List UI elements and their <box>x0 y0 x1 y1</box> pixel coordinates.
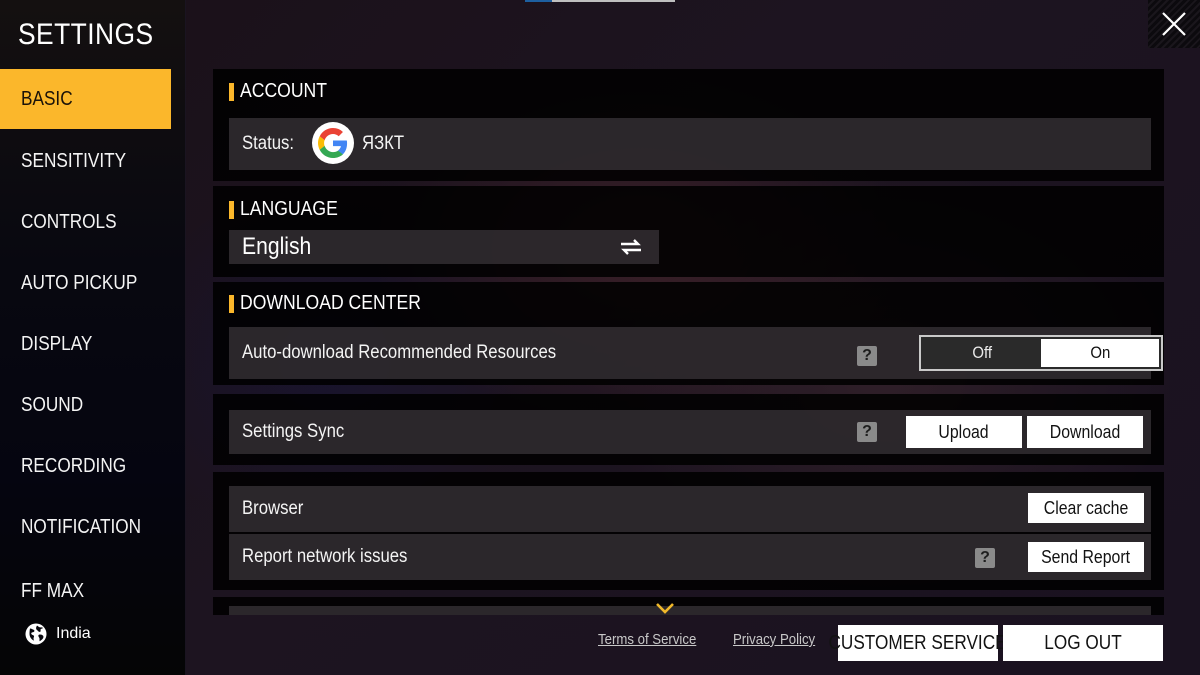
toggle-option-label: Off <box>972 343 992 362</box>
sidebar-item-label: NOTIFICATION <box>21 515 142 538</box>
section-accent-bar <box>229 294 234 313</box>
upload-button[interactable]: Upload <box>906 416 1022 448</box>
settings-panel: ACCOUNT Status: ЯЗКТ LANGUAGE English DO… <box>213 69 1164 615</box>
sidebar-item-label: BASIC <box>21 87 73 110</box>
button-label: Download <box>1049 421 1121 442</box>
clear-cache-button[interactable]: Clear cache <box>1028 493 1144 523</box>
sidebar-item-auto-pickup[interactable]: AUTO PICKUP <box>0 253 171 313</box>
account-header: ACCOUNT <box>229 80 339 103</box>
account-section: ACCOUNT Status: ЯЗКТ <box>213 69 1164 181</box>
sidebar-item-notification[interactable]: NOTIFICATION <box>0 497 171 557</box>
language-header: LANGUAGE <box>229 198 351 221</box>
help-icon[interactable]: ? <box>975 548 995 568</box>
top-tab-indicator <box>525 0 675 2</box>
globe-icon <box>25 623 47 645</box>
auto-download-row: Auto-download Recommended Resources ? Of… <box>229 327 1163 379</box>
settings-sync-row: Settings Sync ? Upload Download <box>229 410 1151 454</box>
log-out-button[interactable]: LOG OUT <box>1003 625 1163 661</box>
download-center-section: DOWNLOAD CENTER Auto-download Recommende… <box>213 282 1164 385</box>
region-selector[interactable]: India <box>24 622 91 646</box>
button-label: Send Report <box>1041 546 1131 567</box>
sidebar-item-recording[interactable]: RECORDING <box>0 436 171 496</box>
sidebar-item-label: AUTO PICKUP <box>21 271 138 294</box>
next-section-partial <box>213 597 1164 615</box>
privacy-policy-link[interactable]: Privacy Policy <box>733 631 815 648</box>
auto-download-label: Auto-download Recommended Resources <box>242 342 557 363</box>
browser-label: Browser <box>242 498 304 519</box>
section-title: LANGUAGE <box>240 198 338 220</box>
section-accent-bar <box>229 200 234 219</box>
swap-arrows-icon[interactable] <box>619 239 643 255</box>
settings-sync-label: Settings Sync <box>242 421 345 442</box>
report-network-row: Report network issues ? Send Report <box>229 534 1151 580</box>
help-icon[interactable]: ? <box>857 346 877 366</box>
customer-service-button[interactable]: CUSTOMER SERVICE <box>829 625 1007 661</box>
browser-network-section: Browser Clear cache Report network issue… <box>213 472 1164 590</box>
sidebar-item-sound[interactable]: SOUND <box>0 375 171 435</box>
toggle-option-off[interactable]: Off <box>923 339 1041 367</box>
report-network-label: Report network issues <box>242 546 408 567</box>
language-section: LANGUAGE English <box>213 186 1164 277</box>
close-icon <box>1162 12 1186 36</box>
section-title: ACCOUNT <box>240 80 328 102</box>
settings-title: SETTINGS <box>18 18 154 51</box>
button-label: Upload <box>938 421 990 442</box>
terms-of-service-link[interactable]: Terms of Service <box>598 631 696 648</box>
close-button[interactable] <box>1148 0 1200 48</box>
toggle-option-label: On <box>1090 343 1110 362</box>
download-button[interactable]: Download <box>1027 416 1143 448</box>
section-title: DOWNLOAD CENTER <box>240 292 421 314</box>
button-label: CUSTOMER SERVICE <box>828 631 1008 654</box>
section-accent-bar <box>229 82 234 101</box>
auto-download-toggle[interactable]: Off On <box>919 335 1163 371</box>
scroll-down-chevron-icon[interactable] <box>655 602 675 614</box>
send-report-button[interactable]: Send Report <box>1028 542 1144 572</box>
sidebar-item-label: SENSITIVITY <box>21 149 127 172</box>
status-label: Status: <box>242 133 295 154</box>
browser-row: Browser Clear cache <box>229 486 1151 532</box>
toggle-option-on[interactable]: On <box>1041 339 1159 367</box>
sidebar-item-label: RECORDING <box>21 454 127 477</box>
sidebar-item-sensitivity[interactable]: SENSITIVITY <box>0 131 171 191</box>
help-icon[interactable]: ? <box>857 422 877 442</box>
account-status-row: Status: ЯЗКТ <box>229 118 1151 170</box>
region-label: India <box>56 625 91 642</box>
sidebar-item-ff-max[interactable]: FF MAX <box>0 580 171 598</box>
account-username: ЯЗКТ <box>362 133 405 154</box>
language-selector[interactable]: English <box>229 230 659 264</box>
sidebar-item-label: DISPLAY <box>21 332 93 355</box>
sidebar-item-label: CONTROLS <box>21 210 117 233</box>
google-icon <box>312 122 354 164</box>
button-label: LOG OUT <box>1044 631 1122 654</box>
settings-sync-section: Settings Sync ? Upload Download <box>213 394 1164 465</box>
sidebar-item-basic[interactable]: BASIC <box>0 69 171 129</box>
sidebar-item-label: FF MAX <box>21 580 85 598</box>
button-label: Clear cache <box>1043 497 1129 518</box>
sidebar-item-label: SOUND <box>21 393 84 416</box>
settings-screen: SETTINGS BASIC SENSITIVITY CONTROLS AUTO… <box>0 0 1200 675</box>
sidebar: SETTINGS BASIC SENSITIVITY CONTROLS AUTO… <box>0 0 186 675</box>
language-value: English <box>242 233 312 260</box>
download-center-header: DOWNLOAD CENTER <box>229 292 446 315</box>
partial-row <box>229 606 1151 615</box>
sidebar-item-controls[interactable]: CONTROLS <box>0 192 171 252</box>
sidebar-item-display[interactable]: DISPLAY <box>0 314 171 374</box>
